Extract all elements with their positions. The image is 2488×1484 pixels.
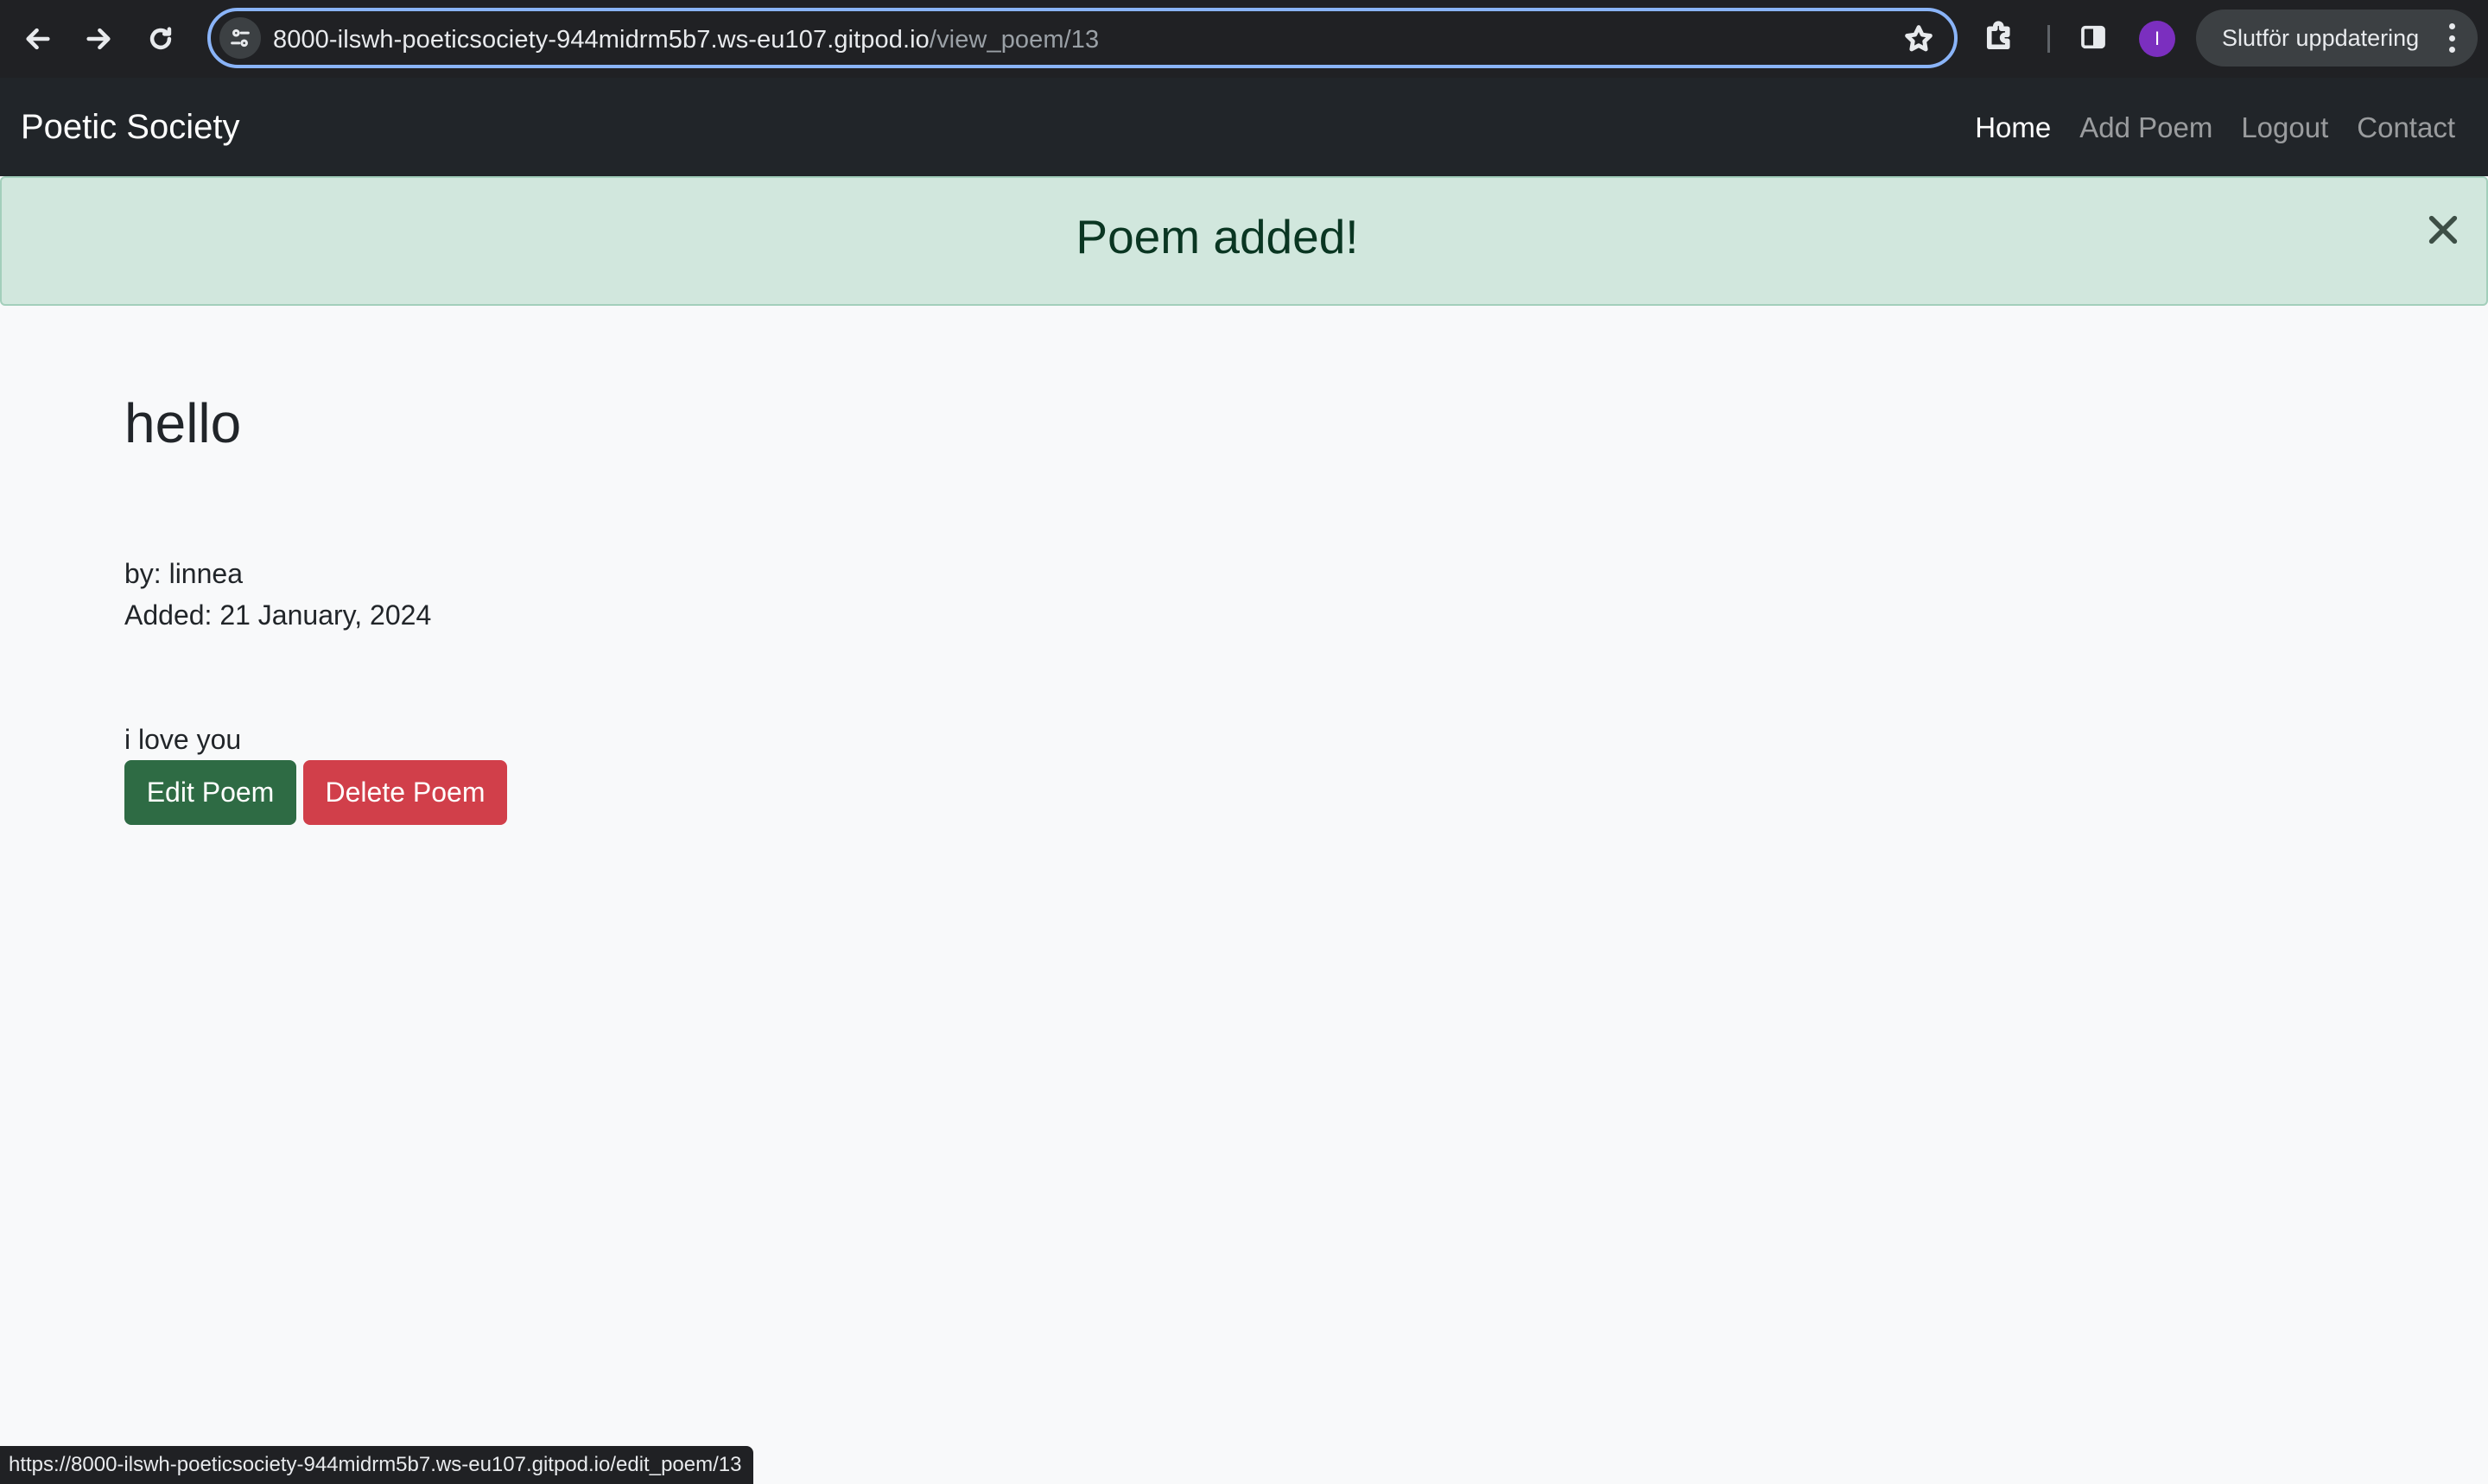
url-text[interactable]: 8000-ilswh-poeticsociety-944midrm5b7.ws-… — [273, 25, 1099, 54]
link-status-bar: https://8000-ilswh-poeticsociety-944midr… — [0, 1446, 754, 1484]
edit-poem-button[interactable]: Edit Poem — [124, 760, 296, 825]
delete-poem-button[interactable]: Delete Poem — [303, 760, 507, 825]
poem-date: Added: 21 January, 2024 — [124, 599, 432, 631]
poem-body: i love you — [124, 724, 242, 755]
update-button[interactable]: Slutför uppdatering — [2196, 10, 2478, 67]
back-button[interactable] — [14, 15, 62, 63]
url-path: /view_poem/13 — [929, 26, 1100, 54]
poem-title: hello — [124, 392, 242, 454]
close-icon — [2428, 215, 2458, 244]
back-arrow-icon — [26, 28, 50, 50]
more-vert-icon — [2448, 23, 2455, 53]
extensions-button[interactable] — [1982, 18, 2025, 61]
update-label: Slutför uppdatering — [2222, 24, 2420, 51]
star-icon — [1905, 25, 1933, 52]
side-panel-icon — [2081, 25, 2105, 49]
alert-message: Poem added! — [1076, 210, 1359, 263]
alert-close-button[interactable] — [2426, 212, 2460, 247]
poem-author: by: linnea — [124, 558, 243, 589]
site-brand[interactable]: Poetic Society — [21, 107, 239, 147]
url-host: 8000-ilswh-poeticsociety-944midrm5b7.ws-… — [273, 26, 930, 54]
browser-toolbar: 8000-ilswh-poeticsociety-944midrm5b7.ws-… — [0, 0, 2488, 78]
puzzle-icon — [1986, 21, 2010, 50]
nav-link-logout[interactable]: Logout — [2241, 111, 2328, 145]
address-bar[interactable]: 8000-ilswh-poeticsociety-944midrm5b7.ws-… — [207, 8, 1958, 68]
toolbar-divider — [2047, 25, 2050, 53]
nav-links: Home Add Poem Logout Contact — [1946, 111, 2455, 145]
site-navbar: Poetic Society Home Add Poem Logout Cont… — [0, 78, 2488, 176]
reload-button[interactable] — [136, 15, 185, 63]
site-info-button[interactable] — [219, 17, 261, 59]
side-panel-button[interactable] — [2079, 22, 2113, 57]
nav-link-add-poem[interactable]: Add Poem — [2079, 111, 2212, 145]
tune-icon — [231, 29, 250, 48]
forward-button[interactable] — [74, 15, 123, 63]
success-alert: Poem added! — [0, 176, 2488, 306]
reload-icon — [149, 27, 172, 50]
profile-avatar[interactable]: I — [2139, 21, 2175, 57]
forward-arrow-icon — [86, 28, 111, 50]
bookmark-button[interactable] — [1902, 22, 1935, 55]
nav-link-contact[interactable]: Contact — [2357, 111, 2455, 145]
nav-link-home[interactable]: Home — [1975, 111, 2051, 145]
